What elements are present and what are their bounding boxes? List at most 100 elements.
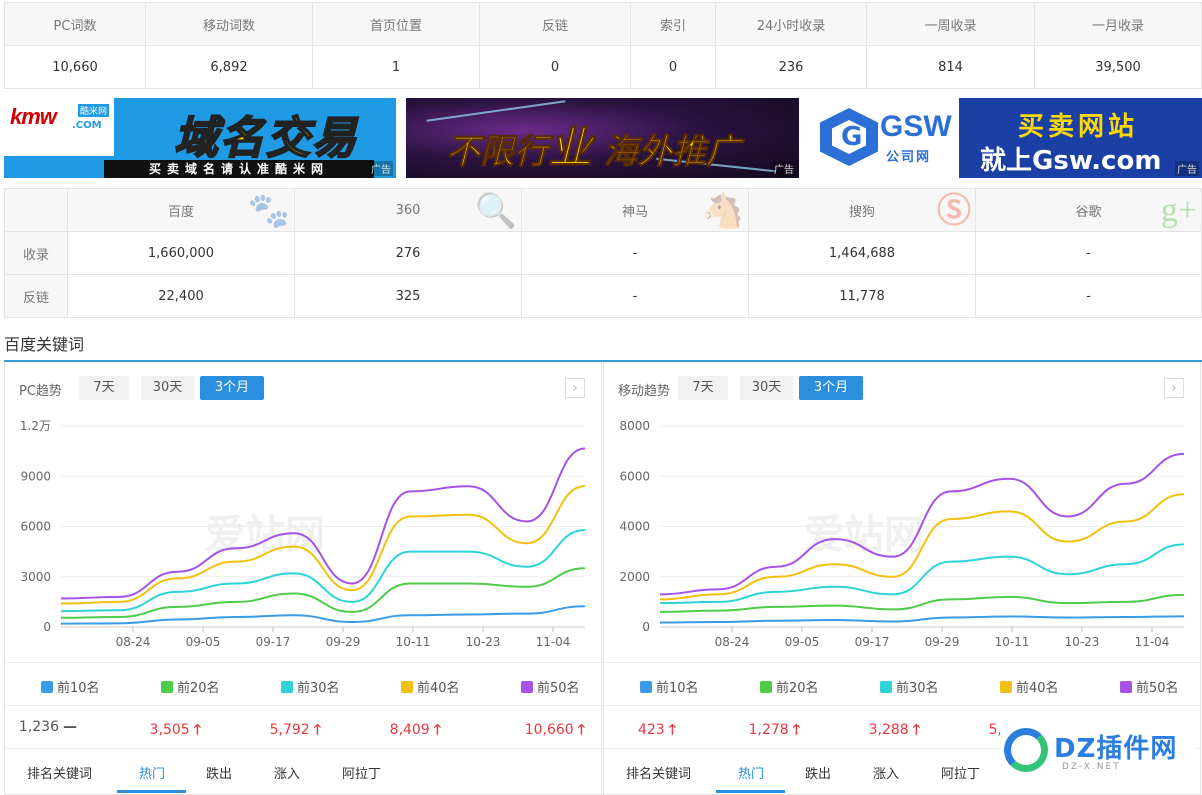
chart-legend: 前10名 前20名 前30名 前40名 前50名 [604,662,1200,706]
ad-kmw-slogan: 买卖域名请认准酷米网 [104,160,374,178]
range-button-2[interactable]: 30天 [740,376,793,400]
series-line-top50 [659,452,1185,596]
engine-value-sogou-backlinks[interactable]: 11,778 [749,275,976,317]
stats-header-pc-words: PC词数 [5,3,146,45]
engine-value-360-indexed[interactable]: 276 [295,232,522,274]
legend-swatch [521,680,533,693]
y-tick-label: 9000 [20,469,51,483]
chart-legend: 前10名 前20名 前30名 前40名 前50名 [5,662,601,706]
x-tick-label: 09-29 [925,635,960,649]
trend-value-number: 3,505 [149,722,190,738]
y-tick-label: 0 [43,620,51,634]
keyword-tab-4[interactable]: 涨入 [274,763,300,782]
engine-baidu: 🐾 百度 [68,189,295,231]
legend-item-top10[interactable]: 前10名 [41,677,100,696]
ad-tag: 广告 [1175,161,1199,176]
range-button-1[interactable]: 7天 [79,376,129,400]
ad-banner-overseas[interactable]: 不限行业 海外推广 广告 [406,98,799,178]
engine-value-baidu-backlinks[interactable]: 22,400 [68,275,295,317]
legend-swatch [281,680,293,693]
360-search-icon: 🔍 [474,191,517,231]
trend-value-top30[interactable]: 3,288 🡑 [869,719,920,743]
range-button-3[interactable]: 3个月 [200,376,264,400]
stats-header-week: 一周收录 [867,3,1035,45]
trend-value-top10[interactable]: 423 🡑 [638,719,676,743]
trend-value-top20[interactable]: 1,278 🡑 [749,719,800,743]
keyword-tab-5[interactable]: 阿拉丁 [941,763,980,782]
dash-icon: — [63,719,77,735]
stats-value-24h[interactable]: 236 [716,46,867,89]
keyword-tab-2[interactable]: 热门 [139,763,165,782]
section-title: 百度关键词 [4,335,85,354]
ad-overseas-text-2: 业 [548,123,593,175]
legend-item-top50[interactable]: 前50名 [1120,677,1179,696]
trend-value-top30[interactable]: 5,792 🡑 [270,719,321,743]
google-plus-icon: g+ [1160,192,1197,229]
ad-overseas-text-1: 不限行 [446,132,549,173]
trend-value-top40[interactable]: 8,409 🡑 [390,719,441,743]
stats-value-month[interactable]: 39,500 [1035,46,1201,89]
stats-header-index: 索引 [631,3,716,45]
trend-value-top50[interactable]: 10,660 🡑 [525,719,585,743]
legend-item-top40[interactable]: 前40名 [401,677,460,696]
chevron-right-icon[interactable]: › [565,378,585,398]
legend-item-top20[interactable]: 前20名 [161,677,220,696]
series-line-top50 [60,447,586,600]
stats-header-backlinks: 反链 [480,3,631,45]
keyword-tab-2[interactable]: 热门 [738,763,764,782]
legend-item-top50[interactable]: 前50名 [521,677,580,696]
ad-gsw-line1: 买卖网站 [1018,112,1139,142]
stats-header-home-position: 首页位置 [313,3,480,45]
ad-banner-gsw[interactable]: G GSW 公司网 买卖网站 就上Gsw.com 广告 [812,98,1202,178]
gsw-logo-sub: 公司网 [886,150,932,165]
keyword-tab-4[interactable]: 涨入 [873,763,899,782]
x-tick-label: 08-24 [715,635,750,649]
engine-value-google-indexed: - [1086,245,1091,261]
y-tick-label: 8000 [619,419,650,433]
legend-item-top10[interactable]: 前10名 [640,677,699,696]
range-button-1[interactable]: 7天 [678,376,728,400]
trend-values-row: 1,236—3,505 🡑 5,792 🡑 8,409 🡑 10,660 🡑 [5,707,601,749]
ad-banner-kmw[interactable]: kmw 酷米网 .COM 域名交易 买卖域名请认准酷米网 广告 [4,98,396,178]
ad-overseas-text: 不限行业 海外推广 [446,112,741,176]
trend-value-top20[interactable]: 3,505 🡑 [150,719,201,743]
legend-label: 前30名 [297,681,340,696]
stats-value-row: 10,660 6,892 1 0 0 236 814 39,500 [5,46,1201,89]
gsw-logo-box: G GSW 公司网 [812,98,959,178]
engine-value-sogou-indexed[interactable]: 1,464,688 [749,232,976,274]
legend-item-top30[interactable]: 前30名 [880,677,939,696]
stats-value-backlinks[interactable]: 0 [480,46,631,89]
engine-value-baidu-indexed[interactable]: 1,660,000 [68,232,295,274]
keyword-tab-3[interactable]: 跌出 [805,763,831,782]
stats-value-week[interactable]: 814 [867,46,1035,89]
engine-value-360-backlinks[interactable]: 325 [295,275,522,317]
chevron-right-icon[interactable]: › [1164,378,1184,398]
keyword-tab-1[interactable]: 排名关键词 [27,763,92,782]
keyword-tab-3[interactable]: 跌出 [206,763,232,782]
badge-subtext: DZ-X.NET [1062,762,1121,772]
stats-value-pc-words[interactable]: 10,660 [5,46,146,89]
ad-tag: 广告 [772,161,796,176]
keyword-tab-1[interactable]: 排名关键词 [626,763,691,782]
trend-title: 移动趋势 [618,384,671,399]
legend-swatch [1120,680,1132,693]
stats-value-index[interactable]: 0 [631,46,716,89]
legend-item-top40[interactable]: 前40名 [1000,677,1059,696]
legend-item-top20[interactable]: 前20名 [760,677,819,696]
legend-item-top30[interactable]: 前30名 [281,677,340,696]
x-tick-label: 10-11 [995,635,1030,649]
x-tick-label: 09-05 [186,635,221,649]
arrow-up-icon: 🡑 [433,722,441,738]
range-button-3[interactable]: 3个月 [799,376,863,400]
trend-value-top10[interactable]: 1,236— [19,719,77,735]
range-button-2[interactable]: 30天 [141,376,194,400]
stats-value-home-position[interactable]: 1 [313,46,480,89]
stats-value-mobile-words[interactable]: 6,892 [146,46,313,89]
keyword-tab-5[interactable]: 阿拉丁 [342,763,381,782]
trend-chart: 爱站网 0 3000 6000 9000 1.2万 08-24 09-05 09-17 09-29… [5,412,601,662]
stats-header-24h: 24小时收录 [716,3,867,45]
legend-swatch [760,680,772,693]
arrow-up-icon: 🡑 [313,722,321,738]
keyword-tabs: 排名关键词 热门 跌出 涨入 阿拉丁 [5,750,601,794]
legend-label: 前10名 [656,681,699,696]
